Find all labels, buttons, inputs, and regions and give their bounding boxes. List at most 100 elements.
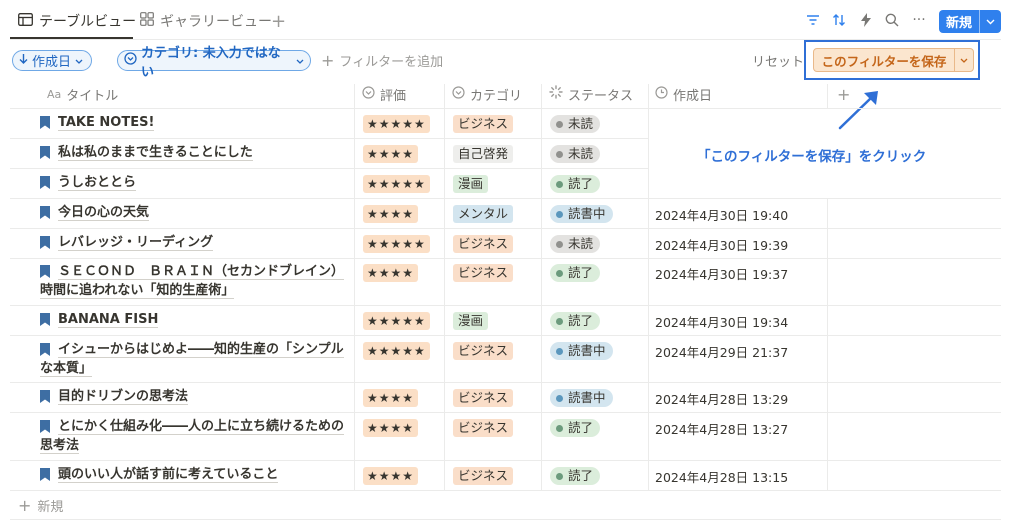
divider: [10, 228, 1001, 229]
status-dot-icon: [556, 424, 563, 432]
column-header-label: 作成日: [673, 88, 713, 104]
status-badge: 未読: [550, 145, 601, 163]
chevron-down-icon: [296, 53, 304, 68]
chip-label: カテゴリ: 未入力ではない: [141, 45, 281, 80]
chevron-down-icon: [75, 53, 83, 68]
category-tag: ビジネス: [453, 235, 514, 253]
column-header-status[interactable]: ステータス: [549, 84, 633, 104]
table-row-title[interactable]: 頭のいい人が話す前に考えていること: [40, 464, 345, 489]
status-badge: 読了: [550, 264, 601, 282]
divider: [827, 84, 828, 108]
table-row-title[interactable]: レバレッジ・リーディング: [40, 232, 345, 257]
tab-label: ギャラリービュー: [160, 14, 272, 30]
divider: [10, 305, 1001, 306]
column-header-label: 評価: [380, 88, 407, 104]
new-button[interactable]: 新規: [939, 10, 1001, 33]
category-tag: 漫画: [453, 312, 489, 330]
filter-chip-created-date[interactable]: 作成日: [12, 50, 92, 71]
divider: [10, 335, 1001, 336]
created-date: 2024年4月30日 19:34: [655, 315, 789, 330]
category-tag: 自己啓発: [453, 145, 514, 163]
select-circle-icon: [452, 85, 465, 103]
divider: [10, 382, 1001, 383]
status-dot-icon: [556, 150, 563, 158]
bookmark-icon: [40, 467, 50, 489]
divider: [10, 138, 648, 139]
reset-button[interactable]: リセット: [752, 51, 804, 70]
divider: [10, 168, 648, 169]
arrow-down-icon: [19, 53, 28, 68]
add-row-button[interactable]: + 新規: [18, 496, 63, 515]
rating-badge: ★★★★: [363, 419, 419, 437]
divider: [648, 84, 649, 490]
status-badge: 未読: [550, 235, 601, 253]
status-dot-icon: [556, 269, 563, 277]
bookmark-icon: [40, 312, 50, 334]
category-tag: ビジネス: [453, 419, 514, 437]
status-badge: 読書中: [550, 389, 613, 407]
automation-bolt-icon[interactable]: [856, 10, 876, 30]
status-dot-icon: [556, 210, 563, 218]
divider: [10, 198, 1001, 199]
created-date: 2024年4月28日 13:15: [655, 470, 789, 485]
column-header-category[interactable]: カテゴリ: [452, 84, 522, 104]
add-view-button[interactable]: +: [271, 8, 286, 34]
divider: [10, 108, 1001, 109]
annotation-text: 「このフィルターを保存」をクリック: [697, 149, 927, 165]
tab-table-view[interactable]: テーブルビュー: [18, 8, 136, 34]
table-row-title[interactable]: 今日の心の天気: [40, 202, 345, 227]
category-tag: ビジネス: [453, 115, 514, 133]
add-filter-button[interactable]: + フィルターを追加: [321, 51, 443, 70]
divider: [10, 490, 1001, 491]
table-row-title-line2: な本質」: [40, 361, 93, 377]
table-row-title[interactable]: うしおととら: [40, 172, 345, 197]
save-filter-button[interactable]: このフィルターを保存: [813, 48, 974, 72]
text-type-icon: Aa: [47, 87, 62, 101]
sort-icon[interactable]: [829, 10, 849, 30]
table-row-title[interactable]: TAKE NOTES!: [40, 112, 345, 137]
save-filter-label[interactable]: このフィルターを保存: [814, 49, 955, 71]
created-date: 2024年4月28日 13:27: [655, 422, 789, 437]
table-icon: [18, 12, 33, 30]
column-header-rating[interactable]: 評価: [362, 84, 406, 104]
rating-badge: ★★★★: [363, 145, 419, 163]
filter-chip-category[interactable]: カテゴリ: 未入力ではない: [117, 46, 311, 80]
new-button-label[interactable]: 新規: [939, 10, 980, 33]
more-options-icon[interactable]: ···: [909, 10, 929, 30]
status-badge: 読了: [550, 467, 601, 485]
chip-label: 作成日: [32, 55, 72, 70]
category-tag: ビジネス: [453, 264, 514, 282]
column-header-created[interactable]: 作成日: [655, 84, 712, 104]
rating-badge: ★★★★: [363, 389, 419, 407]
filter-icon[interactable]: [803, 10, 823, 30]
status-badge: 読書中: [550, 342, 613, 360]
divider: [10, 412, 1001, 413]
rating-badge: ★★★★: [363, 467, 419, 485]
chevron-down-icon[interactable]: [980, 10, 1001, 33]
rating-badge: ★★★★: [363, 264, 419, 282]
divider: [10, 258, 1001, 259]
divider: [827, 198, 828, 490]
plus-icon: +: [18, 496, 32, 515]
bookmark-icon: [40, 205, 50, 227]
created-date: 2024年4月28日 13:29: [655, 392, 789, 407]
select-circle-icon: [124, 52, 137, 69]
bookmark-icon: [40, 235, 50, 257]
search-icon[interactable]: [882, 10, 902, 30]
divider: [444, 84, 445, 490]
status-badge: 読了: [550, 312, 601, 330]
view-tab-bar: テーブルビュー ギャラリービュー + ··· 新規: [0, 0, 1020, 40]
add-row-label: 新規: [37, 500, 64, 515]
created-date: 2024年4月29日 21:37: [655, 345, 789, 360]
plus-icon: +: [321, 51, 335, 70]
column-header-title[interactable]: Aa タイトル: [47, 84, 118, 104]
table-row-title[interactable]: BANANA FISH: [40, 309, 345, 334]
category-tag: ビジネス: [453, 342, 514, 360]
table-row-title[interactable]: 目的ドリブンの思考法: [40, 386, 345, 411]
tab-gallery-view[interactable]: ギャラリービュー: [140, 8, 272, 34]
category-tag: メンタル: [453, 205, 514, 223]
table-row-title[interactable]: 私は私のままで生きることにした: [40, 142, 345, 167]
status-dot-icon: [556, 120, 563, 128]
chevron-down-icon[interactable]: [955, 49, 973, 71]
divider: [10, 460, 1001, 461]
